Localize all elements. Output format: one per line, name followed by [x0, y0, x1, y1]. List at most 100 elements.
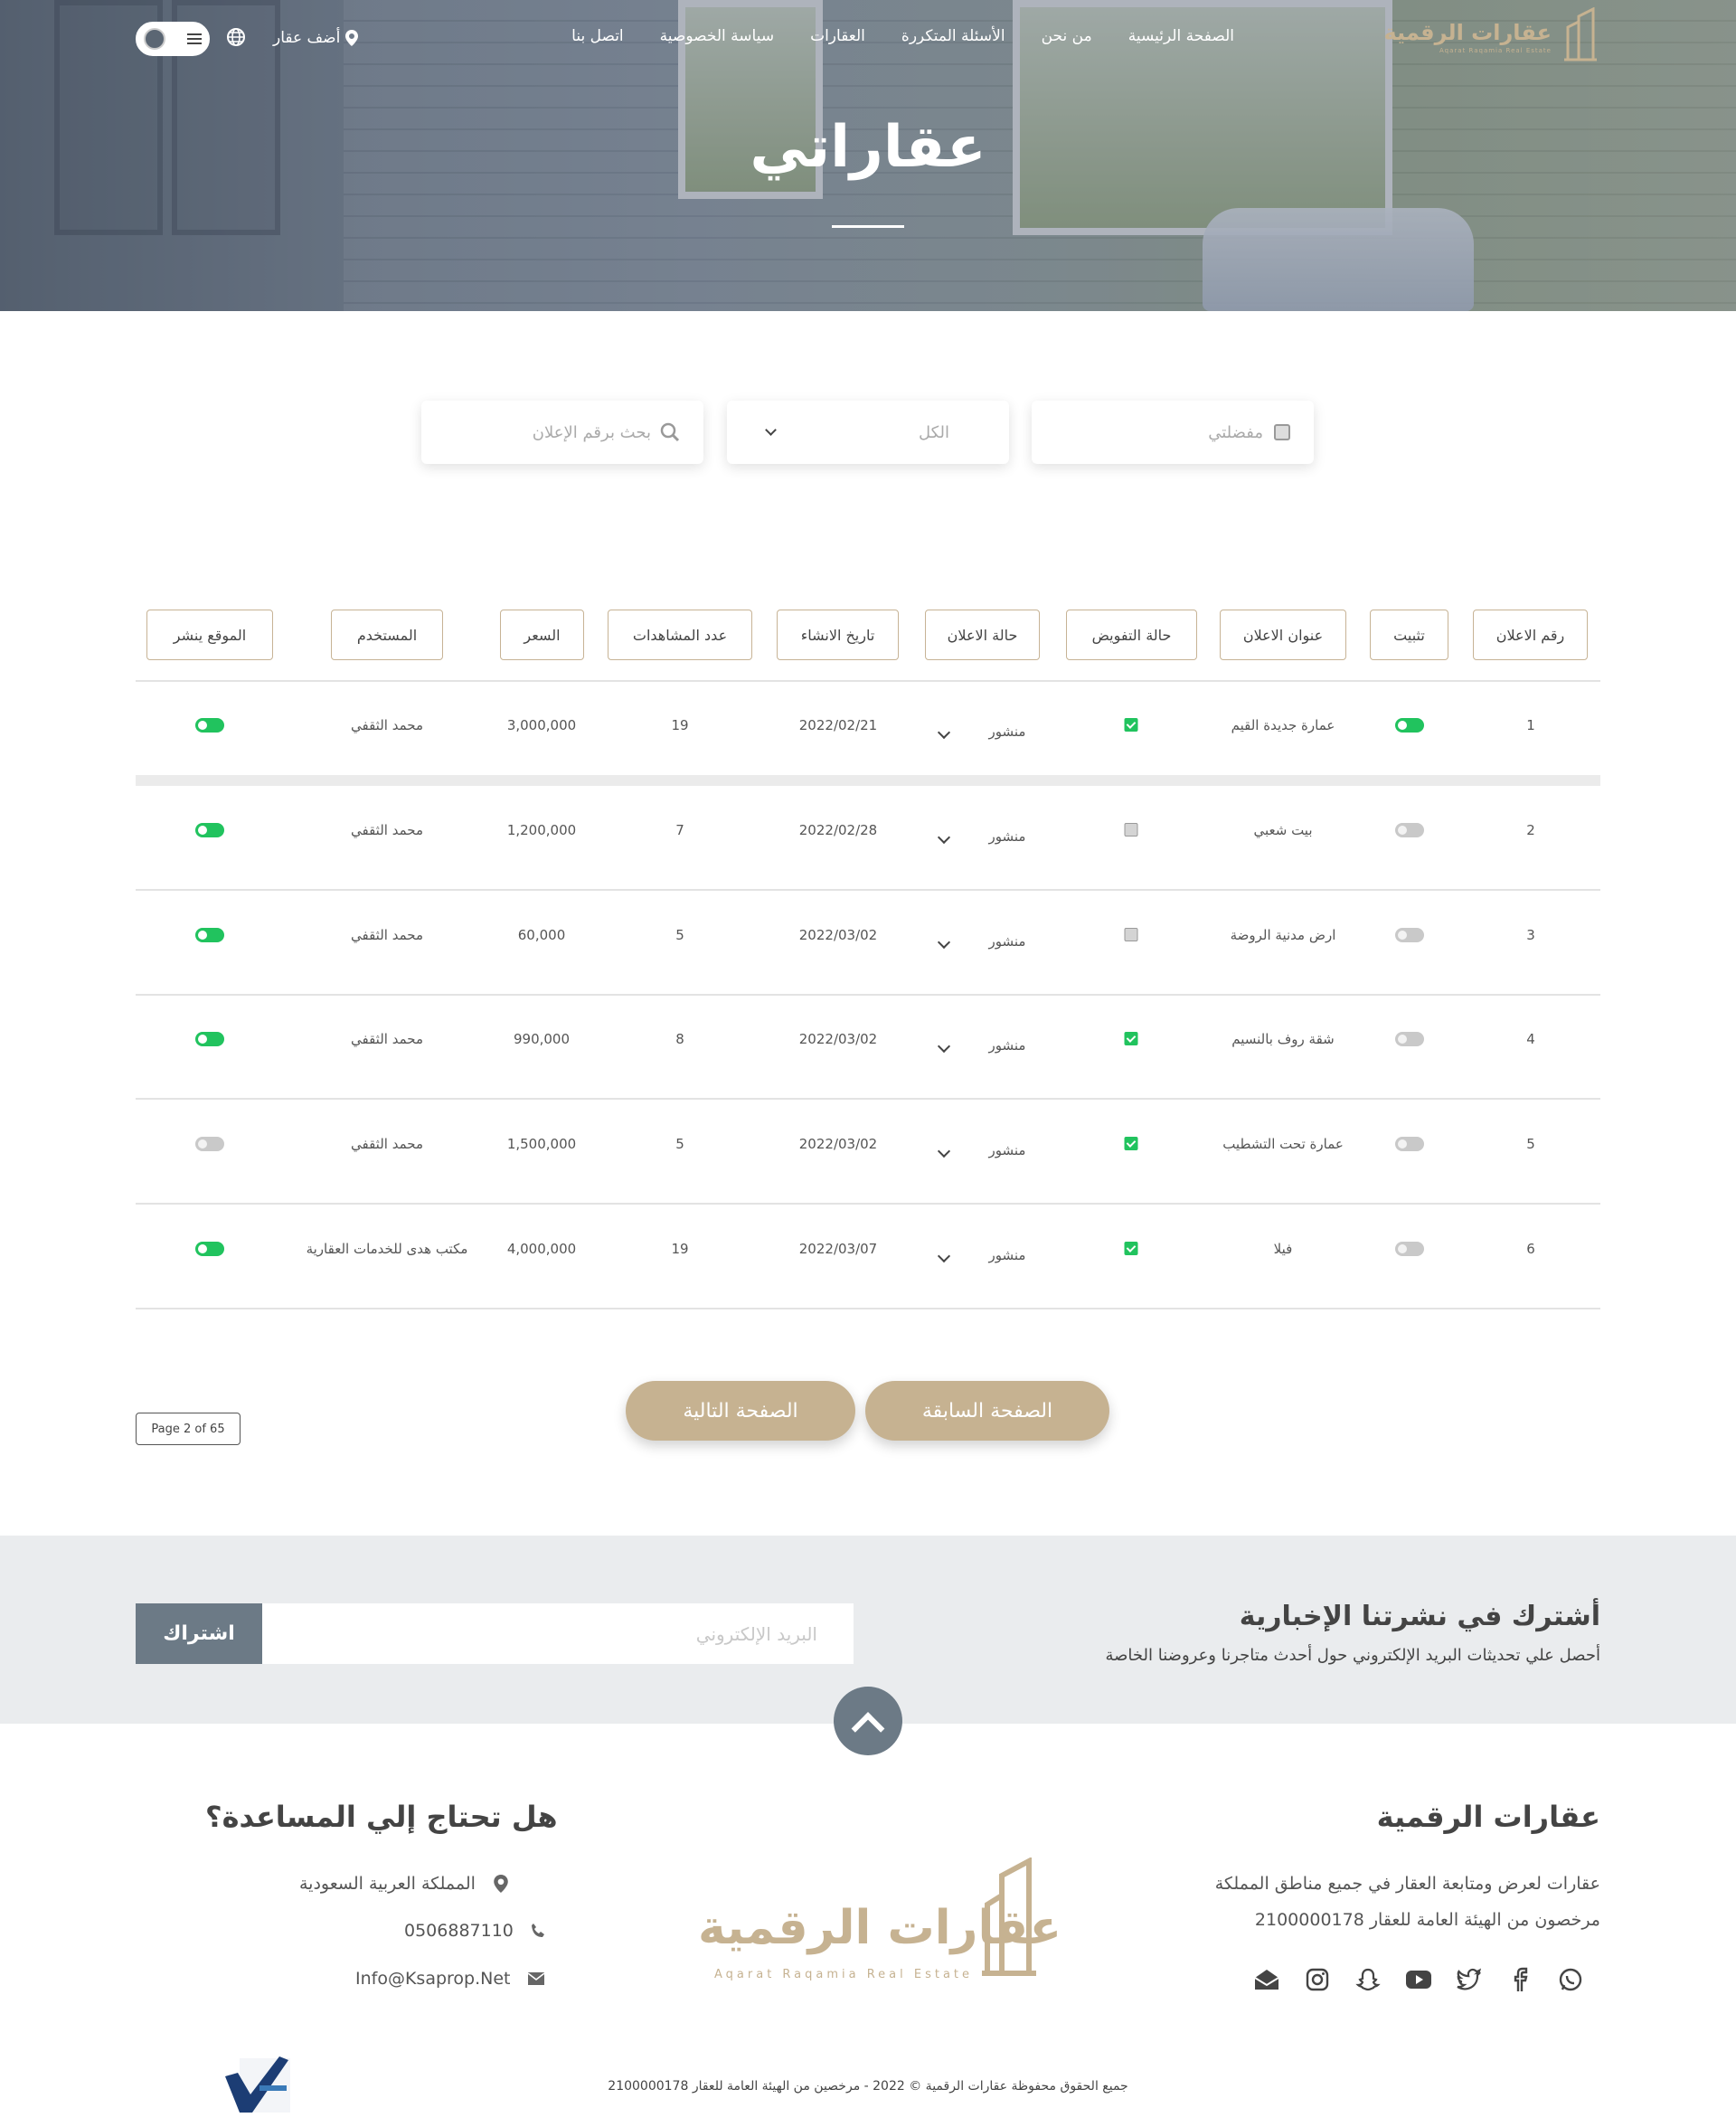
footer-email[interactable]: Info@Ksaprop.Net	[355, 1969, 545, 1989]
authorization-checkbox[interactable]	[1124, 718, 1138, 732]
facebook-icon[interactable]	[1505, 1964, 1535, 1995]
publish-toggle[interactable]	[195, 1242, 224, 1256]
scroll-top-button[interactable]	[834, 1687, 902, 1755]
user-menu-toggle[interactable]	[136, 22, 210, 56]
authorization-checkbox[interactable]	[1124, 1137, 1138, 1150]
youtube-icon[interactable]	[1403, 1964, 1434, 1995]
newsletter-subtitle: أحصل علي تحديثات البريد الإلكتروني حول أ…	[1105, 1646, 1601, 1665]
chevron-down-icon[interactable]	[937, 1249, 951, 1263]
publish-toggle[interactable]	[195, 718, 224, 733]
twitter-icon[interactable]	[1454, 1964, 1485, 1995]
col-site-publish[interactable]: الموقع ينشر	[146, 610, 273, 660]
publish-toggle[interactable]	[195, 1032, 224, 1046]
footer-phone[interactable]: 0506887110	[404, 1921, 548, 1941]
publish-toggle[interactable]	[195, 823, 224, 837]
authorization-checkbox[interactable]	[1124, 928, 1138, 941]
nav-properties[interactable]: العقارات	[810, 27, 865, 45]
chevron-down-icon[interactable]	[937, 830, 951, 845]
cell-ad-title[interactable]: ارض مدنية الروضة	[1231, 927, 1336, 943]
col-price[interactable]: السعر	[500, 610, 584, 660]
cell-price: 4,000,000	[506, 1241, 577, 1257]
cell-user: محمد الثقفي	[351, 927, 423, 943]
cell-ad-number: 6	[1526, 1241, 1535, 1257]
mail-open-icon[interactable]	[1251, 1964, 1282, 1995]
nav-home[interactable]: الصفحة الرئيسية	[1128, 27, 1234, 45]
favorites-filter[interactable]: مفضلتي	[1032, 401, 1314, 464]
hamburger-icon	[187, 33, 202, 44]
next-page-button[interactable]: الصفحة التالية	[626, 1381, 855, 1441]
email-field[interactable]: البريد الإلكتروني	[262, 1603, 854, 1664]
favorites-checkbox[interactable]	[1274, 424, 1290, 440]
favorites-label: مفضلتي	[1208, 422, 1263, 442]
cell-user: محمد الثقفي	[351, 717, 423, 733]
col-ad-status[interactable]: حالة الاعلان	[925, 610, 1040, 660]
pin-toggle[interactable]	[1395, 718, 1424, 733]
cell-ad-title[interactable]: شقة روف بالنسيم	[1231, 1031, 1335, 1047]
chevron-down-icon[interactable]	[937, 725, 951, 740]
whatsapp-icon[interactable]	[1555, 1964, 1586, 1995]
nav-contact[interactable]: اتصل بنا	[571, 27, 624, 45]
pin-toggle[interactable]	[1395, 928, 1424, 942]
col-ad-number[interactable]: رقم الاعلان	[1473, 610, 1588, 660]
page-title: عقاراتي	[750, 114, 986, 181]
publish-toggle[interactable]	[195, 928, 224, 942]
cell-ad-number: 4	[1526, 1031, 1535, 1047]
authorization-checkbox[interactable]	[1124, 823, 1138, 837]
col-created-date[interactable]: تاريخ الانشاء	[777, 610, 899, 660]
subscribe-button[interactable]: اشتراك	[136, 1603, 262, 1664]
pin-toggle[interactable]	[1395, 1137, 1424, 1151]
cell-ad-title[interactable]: عمارة تحت التشطيب	[1222, 1136, 1344, 1152]
cell-views: 19	[671, 1241, 689, 1257]
search-box[interactable]: بحث برقم الإعلان	[421, 401, 703, 464]
chevron-down-icon[interactable]	[937, 935, 951, 950]
pin-toggle[interactable]	[1395, 823, 1424, 837]
status-select[interactable]: منشور	[989, 828, 1026, 845]
cell-views: 19	[671, 717, 689, 733]
logo-text: عقارات الرقمية	[1383, 20, 1552, 45]
cell-user: محمد الثقفي	[351, 1136, 423, 1152]
pin-toggle[interactable]	[1395, 1032, 1424, 1046]
col-views[interactable]: عدد المشاهدات	[608, 610, 752, 660]
map-pin-icon	[494, 1875, 508, 1893]
cell-ad-number: 5	[1526, 1136, 1535, 1152]
status-select[interactable]: منشور	[989, 1037, 1026, 1054]
status-select[interactable]: الكل	[727, 401, 1009, 464]
main-nav: الصفحة الرئيسية من نحن الأسئلة المتكررة …	[571, 27, 1234, 45]
cell-ad-title[interactable]: فيلا	[1274, 1241, 1293, 1257]
phone-icon	[531, 1924, 544, 1937]
cell-ad-title[interactable]: عمارة جديدة القيم	[1231, 717, 1335, 733]
nav-about[interactable]: من نحن	[1042, 27, 1092, 45]
col-authorization[interactable]: حالة التفويض	[1066, 610, 1197, 660]
status-select[interactable]: منشور	[989, 1142, 1026, 1158]
cell-created-date: 2022/03/02	[798, 1031, 878, 1047]
nav-privacy[interactable]: سياسة الخصوصية	[660, 27, 774, 45]
status-select-value: الكل	[918, 422, 949, 442]
chevron-down-icon[interactable]	[937, 1144, 951, 1158]
search-icon	[660, 422, 680, 442]
status-select[interactable]: منشور	[989, 933, 1026, 950]
cell-ad-number: 1	[1526, 717, 1535, 733]
status-select[interactable]: منشور	[989, 723, 1026, 740]
newsletter-title: أشترك في نشرتنا الإخبارية	[1239, 1601, 1600, 1632]
col-pin[interactable]: تثبيت	[1370, 610, 1448, 660]
search-input[interactable]: بحث برقم الإعلان	[533, 423, 651, 442]
nav-faq[interactable]: الأسئلة المتكررة	[901, 27, 1005, 45]
page-info: Page 2 of 65	[136, 1413, 241, 1445]
authorization-checkbox[interactable]	[1124, 1242, 1138, 1255]
authorization-checkbox[interactable]	[1124, 1032, 1138, 1045]
chevron-down-icon[interactable]	[937, 1039, 951, 1054]
snapchat-icon[interactable]	[1353, 1964, 1383, 1995]
prev-page-button[interactable]: الصفحة السابقة	[865, 1381, 1109, 1441]
globe-icon[interactable]	[226, 27, 246, 47]
cell-created-date: 2022/03/02	[798, 1136, 878, 1152]
phone-text: 0506887110	[404, 1921, 514, 1941]
site-logo[interactable]: عقارات الرقمية Aqarat Raqamia Real Estat…	[1383, 7, 1600, 63]
pin-toggle[interactable]	[1395, 1242, 1424, 1256]
col-ad-title[interactable]: عنوان الاعلان	[1220, 610, 1346, 660]
instagram-icon[interactable]	[1302, 1964, 1333, 1995]
status-select[interactable]: منشور	[989, 1247, 1026, 1263]
publish-toggle[interactable]	[195, 1137, 224, 1151]
add-property-link[interactable]: أضف عقار	[273, 29, 359, 47]
col-user[interactable]: المستخدم	[331, 610, 443, 660]
cell-ad-title[interactable]: بيت شعبي	[1253, 822, 1312, 838]
